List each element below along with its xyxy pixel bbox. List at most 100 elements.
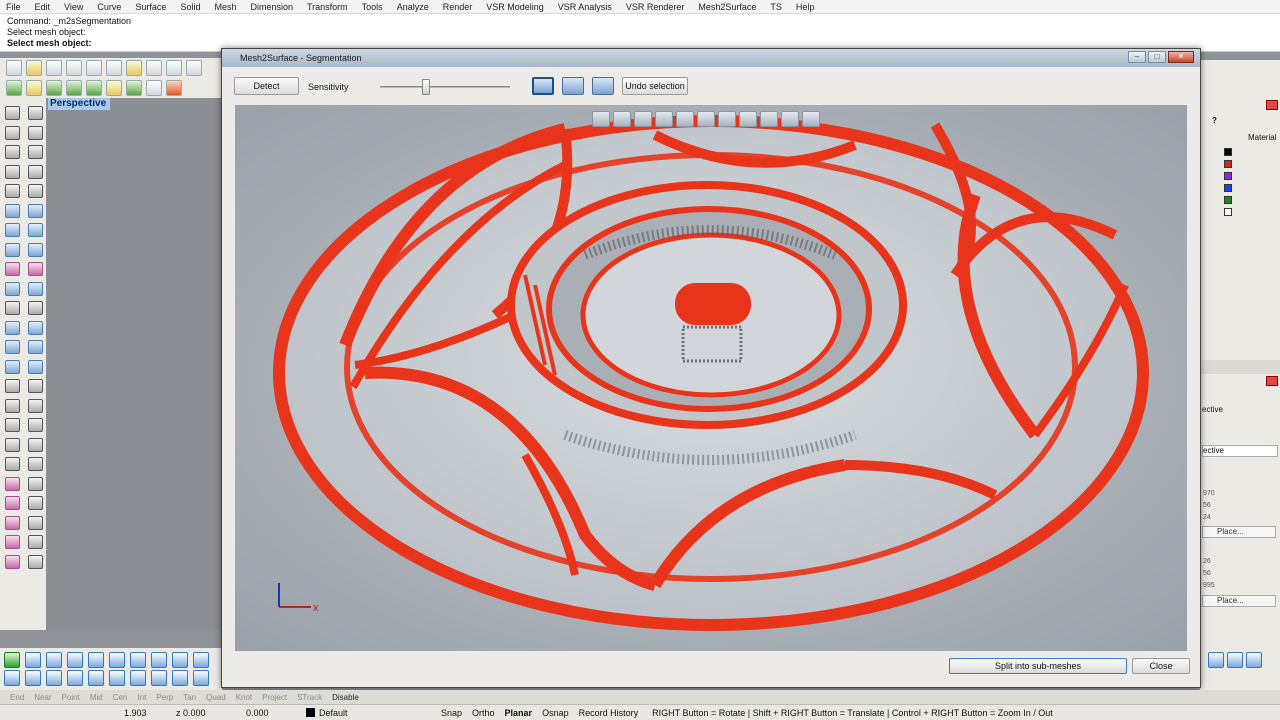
osnap-quad[interactable]: Quad — [206, 693, 226, 702]
light-icon[interactable] — [46, 80, 62, 96]
osnap-mid[interactable]: Mid — [90, 693, 103, 702]
zoom-icon[interactable] — [676, 111, 694, 127]
palette-icon[interactable] — [193, 652, 209, 668]
surface-icon[interactable] — [5, 203, 20, 218]
render-icon[interactable] — [26, 80, 42, 96]
menu-item-dimension[interactable]: Dimension — [250, 2, 293, 12]
hatch-icon[interactable] — [5, 398, 20, 413]
cylinder-icon[interactable] — [4, 670, 20, 686]
mesh-repair-icon[interactable] — [5, 476, 20, 491]
cut-icon[interactable] — [86, 60, 102, 76]
detect-button[interactable]: Detect — [234, 77, 299, 95]
bottom-view-icon[interactable] — [802, 111, 820, 127]
current-layer[interactable]: Default — [319, 708, 441, 718]
camera-icon[interactable] — [130, 670, 146, 686]
dialog-title-bar[interactable]: Mesh2Surface - Segmentation – □ ✕ — [222, 49, 1200, 67]
new-file-icon[interactable] — [6, 60, 22, 76]
lasso-select-icon[interactable] — [592, 77, 614, 95]
box-icon[interactable] — [5, 223, 20, 237]
rhino-viewport[interactable] — [46, 98, 222, 630]
cut-plane-icon[interactable] — [67, 670, 83, 686]
view-icon[interactable] — [109, 652, 125, 668]
top-view-icon[interactable] — [718, 111, 736, 127]
sheet-icon[interactable] — [46, 670, 62, 686]
osnap-near[interactable]: Near — [34, 693, 51, 702]
record-history-toggle[interactable]: Record History — [579, 708, 639, 718]
layer-color-swatch[interactable] — [1224, 196, 1232, 204]
print-icon[interactable] — [66, 60, 82, 76]
menu-item-mesh2surface[interactable]: Mesh2Surface — [698, 2, 756, 12]
curve-icon[interactable] — [5, 164, 20, 179]
osnap-perp[interactable]: Perp — [156, 693, 173, 702]
extrude-icon[interactable] — [28, 242, 43, 257]
point-cloud-icon[interactable] — [28, 437, 43, 452]
options-icon[interactable] — [166, 80, 182, 96]
shade-icon[interactable] — [6, 80, 22, 96]
menu-item-surface[interactable]: Surface — [135, 2, 166, 12]
dimension-icon[interactable] — [5, 379, 20, 393]
layers-icon[interactable] — [151, 652, 167, 668]
split-into-sub-meshes-button[interactable]: Split into sub-meshes — [949, 658, 1127, 674]
menu-item-edit[interactable]: Edit — [35, 2, 51, 12]
layer-tool-icon[interactable] — [1246, 652, 1262, 668]
osnap-end[interactable]: End — [10, 693, 24, 702]
osnap-strack[interactable]: STrack — [297, 693, 322, 702]
group-icon[interactable] — [28, 359, 43, 374]
brush-icon[interactable] — [130, 652, 146, 668]
text-icon[interactable] — [28, 379, 43, 393]
osnap-cen[interactable]: Cen — [113, 693, 128, 702]
grid-icon[interactable] — [25, 652, 41, 668]
smooth-icon[interactable] — [5, 515, 20, 530]
layer-color-swatch[interactable] — [1224, 208, 1232, 216]
layer-color-swatch[interactable] — [1224, 184, 1232, 192]
viewport-title[interactable]: Perspective — [48, 98, 110, 110]
panel-close-icon[interactable] — [1266, 100, 1278, 110]
reduce-icon[interactable] — [5, 535, 20, 549]
layer-color-swatch[interactable] — [1224, 148, 1232, 156]
osnap-disable[interactable]: Disable — [332, 693, 359, 702]
revolve-icon[interactable] — [28, 457, 43, 471]
scale-icon[interactable] — [5, 340, 20, 354]
array-icon[interactable] — [88, 670, 104, 686]
rotate-icon[interactable] — [28, 320, 43, 335]
osnap-toggle[interactable]: Osnap — [542, 708, 569, 718]
pan-icon[interactable] — [634, 111, 652, 127]
offset-icon[interactable] — [28, 496, 43, 510]
maximize-icon[interactable]: □ — [1148, 51, 1166, 63]
grid-icon[interactable] — [66, 80, 82, 96]
render-icon[interactable] — [193, 670, 209, 686]
paint-icon[interactable] — [172, 652, 188, 668]
distance-icon[interactable] — [28, 418, 43, 432]
osnap-int[interactable]: Int — [137, 693, 146, 702]
cylinder-icon[interactable] — [28, 223, 43, 237]
leader-icon[interactable] — [28, 398, 43, 413]
arc-icon[interactable] — [5, 184, 20, 198]
mesh-icon[interactable] — [28, 262, 43, 276]
blend-icon[interactable] — [28, 515, 43, 530]
layer-tool-icon[interactable] — [1208, 652, 1224, 668]
osnap-tan[interactable]: Tan — [183, 693, 196, 702]
panel-close-icon[interactable] — [1266, 376, 1278, 386]
rectangle-icon[interactable] — [28, 125, 43, 140]
project-icon[interactable] — [28, 554, 43, 569]
left-view-icon[interactable] — [760, 111, 778, 127]
point-icon[interactable] — [28, 106, 43, 120]
table-icon[interactable] — [88, 652, 104, 668]
layer-color-swatch[interactable] — [1224, 172, 1232, 180]
segmentation-viewport[interactable]: x — [235, 105, 1187, 651]
menu-item-help[interactable]: Help — [796, 2, 815, 12]
pen-icon[interactable] — [67, 652, 83, 668]
move-icon[interactable] — [5, 320, 20, 335]
brush-select-icon[interactable] — [562, 77, 584, 95]
osnap-project[interactable]: Project — [262, 693, 287, 702]
help-icon[interactable]: ? — [1212, 116, 1224, 126]
menu-item-mesh[interactable]: Mesh — [214, 2, 236, 12]
explode-icon[interactable] — [5, 301, 20, 315]
array-icon[interactable] — [5, 359, 20, 374]
menu-item-solid[interactable]: Solid — [180, 2, 200, 12]
circle-icon[interactable] — [5, 145, 20, 159]
ruler-icon[interactable] — [109, 670, 125, 686]
boolean-icon[interactable] — [5, 262, 20, 276]
osnap-knot[interactable]: Knot — [236, 693, 252, 702]
join-icon[interactable] — [28, 301, 43, 315]
